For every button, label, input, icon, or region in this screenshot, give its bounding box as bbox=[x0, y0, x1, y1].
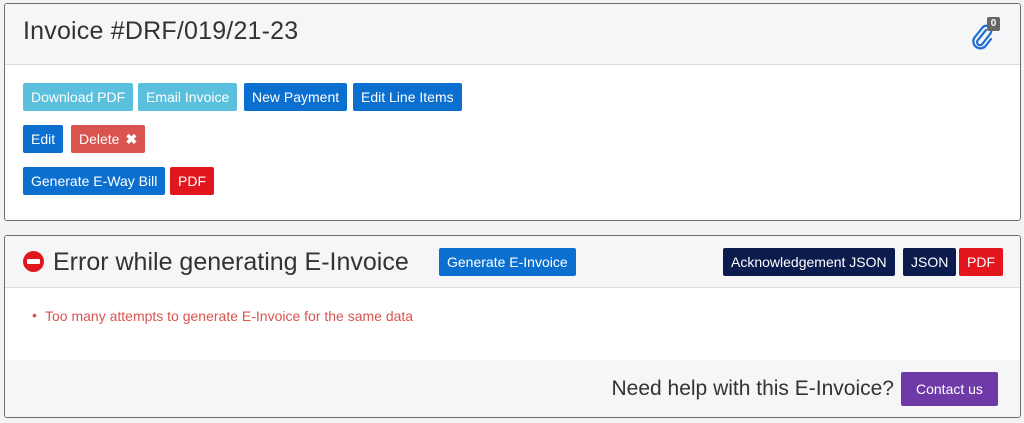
error-list: Too many attempts to generate E-Invoice … bbox=[32, 307, 413, 324]
invoice-panel-header: Invoice #DRF/019/21-23 0 bbox=[5, 4, 1020, 65]
new-payment-button[interactable]: New Payment bbox=[244, 83, 348, 111]
edit-button[interactable]: Edit bbox=[23, 125, 64, 153]
help-footer: Need help with this E-Invoice? Contact u… bbox=[5, 360, 1020, 417]
generate-eway-bill-button[interactable]: Generate E-Way Bill bbox=[23, 167, 166, 195]
delete-label: Delete bbox=[79, 131, 120, 147]
ack-json-button[interactable]: Acknowledgement JSON bbox=[723, 248, 895, 276]
page-title: Invoice #DRF/019/21-23 bbox=[23, 17, 299, 45]
close-icon: ✖ bbox=[125, 131, 138, 147]
error-item: Too many attempts to generate E-Invoice … bbox=[32, 307, 413, 324]
einvoice-panel-header: Error while generating E-Invoice Generat… bbox=[5, 236, 1020, 288]
attachments-button[interactable]: 0 bbox=[970, 17, 1000, 51]
download-pdf-button[interactable]: Download PDF bbox=[23, 83, 134, 111]
edit-line-items-button[interactable]: Edit Line Items bbox=[353, 83, 462, 111]
einvoice-pdf-button[interactable]: PDF bbox=[959, 248, 1003, 276]
eway-pdf-button[interactable]: PDF bbox=[170, 167, 214, 195]
delete-button[interactable]: Delete ✖ bbox=[71, 125, 146, 153]
generate-einvoice-button[interactable]: Generate E-Invoice bbox=[439, 248, 576, 276]
einvoice-panel: Error while generating E-Invoice Generat… bbox=[4, 235, 1021, 418]
invoice-panel: Invoice #DRF/019/21-23 0 Download PDF Em… bbox=[4, 3, 1021, 221]
attachment-count-badge: 0 bbox=[987, 17, 1000, 31]
error-icon bbox=[23, 251, 44, 272]
contact-us-button[interactable]: Contact us bbox=[901, 372, 998, 406]
email-invoice-button[interactable]: Email Invoice bbox=[138, 83, 238, 111]
einvoice-error-title: Error while generating E-Invoice bbox=[53, 248, 409, 276]
json-button[interactable]: JSON bbox=[903, 248, 957, 276]
help-text: Need help with this E-Invoice? bbox=[611, 377, 895, 400]
